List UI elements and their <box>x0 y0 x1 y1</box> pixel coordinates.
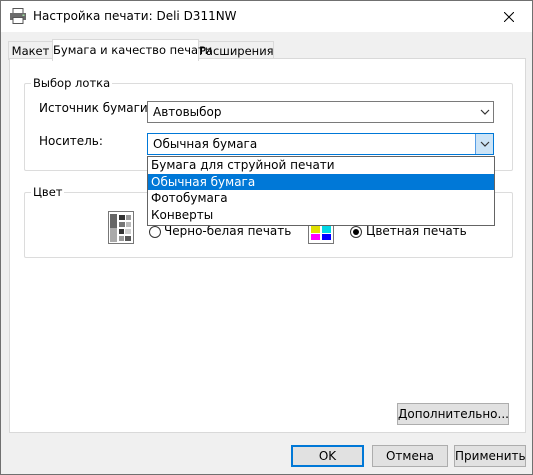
tab-paper-quality[interactable]: Бумага и качество печати <box>52 39 212 61</box>
chevron-down-icon[interactable] <box>476 102 493 122</box>
media-option[interactable]: Конверты <box>148 207 494 224</box>
color-group-title: Цвет <box>31 185 65 199</box>
tray-group-title: Выбор лотка <box>31 76 113 90</box>
advanced-button[interactable]: Дополнительно... <box>397 403 509 425</box>
cancel-button[interactable]: Отмена <box>372 445 448 467</box>
bw-print-icon <box>108 211 134 247</box>
media-option[interactable]: Фотобумага <box>148 190 494 207</box>
paper-source-select[interactable]: Автовыбор <box>147 101 494 123</box>
media-select[interactable]: Обычная бумага <box>147 133 494 155</box>
tab-strip: Макет Бумага и качество печати Расширени… <box>1 32 532 61</box>
apply-button[interactable]: Применить <box>454 445 526 467</box>
media-dropdown-list: Бумага для струйной печати Обычная бумаг… <box>147 156 495 226</box>
title-bar: Настройка печати: Deli D311NW <box>1 1 532 32</box>
printer-icon <box>9 8 27 24</box>
close-icon <box>504 11 514 22</box>
window-title: Настройка печати: Deli D311NW <box>33 9 237 23</box>
tab-panel: Выбор лотка Источник бумаги: Автовыбор Н… <box>9 58 526 433</box>
close-button[interactable] <box>486 1 532 32</box>
color-radio[interactable] <box>350 226 362 238</box>
media-option-selected[interactable]: Обычная бумага <box>148 173 494 190</box>
media-label: Носитель: <box>39 134 103 148</box>
print-settings-window: Настройка печати: Deli D311NW Макет Бума… <box>0 0 533 475</box>
media-option[interactable]: Бумага для струйной печати <box>148 157 494 174</box>
paper-source-label: Источник бумаги: <box>39 101 152 115</box>
paper-source-value: Автовыбор <box>153 105 222 119</box>
media-value: Обычная бумага <box>153 137 258 151</box>
chevron-down-icon[interactable] <box>475 134 493 154</box>
ok-button[interactable]: OK <box>291 445 364 467</box>
bw-label[interactable]: Черно-белая печать <box>164 224 291 238</box>
color-label[interactable]: Цветная печать <box>366 224 467 238</box>
bw-radio[interactable] <box>149 226 161 238</box>
